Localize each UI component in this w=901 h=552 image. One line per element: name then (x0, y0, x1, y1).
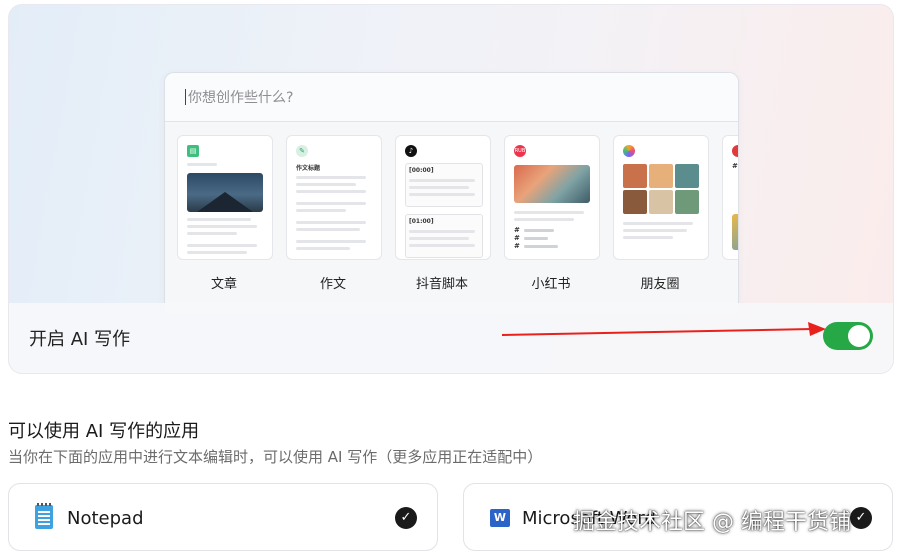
template-label: 文章 (210, 277, 237, 292)
template-label: 抖音脚本 (415, 277, 468, 292)
template-list: ▤ 文章 ✎ 作文标题 作文 ♪ [00:00] [01:00] 抖音脚本 RU… (177, 135, 738, 313)
template-thumbnail: ♪ [00:00] [01:00] (395, 135, 491, 260)
check-icon[interactable]: ✓ (850, 507, 872, 529)
cafe-photo (514, 165, 590, 203)
apps-section-subtitle: 当你在下面的应用中进行文本编辑时，可以使用 AI 写作（更多应用正在适配中） (8, 448, 543, 466)
ai-writing-hero-card: 你想创作些什么? ▤ 文章 ✎ 作文标题 作文 ♪ [00:00] [01:00… (8, 4, 894, 374)
toggle-label: 开启 AI 写作 (29, 329, 131, 350)
slot-time: [00:00] (409, 167, 434, 174)
ai-writing-switch[interactable] (823, 322, 873, 350)
prompt-input[interactable]: 你想创作些什么? (165, 73, 738, 122)
xiaohongshu-icon: RUB (514, 145, 526, 157)
check-icon[interactable]: ✓ (395, 507, 417, 529)
app-name: Notepad (67, 508, 144, 529)
template-label: 小红书 (531, 277, 571, 292)
prompt-placeholder: 你想创作些什么? (188, 90, 294, 106)
watermark: 掘金技术社区 @ 编程干货铺 (573, 510, 851, 535)
notepad-icon (35, 503, 53, 529)
mountain-image (187, 173, 263, 212)
script-slot: [01:00] (405, 214, 483, 258)
tiktok-icon: ♪ (405, 145, 417, 157)
template-thumbnail: ✎ 作文标题 (286, 135, 382, 260)
template-article[interactable]: ▤ 文章 (177, 135, 285, 292)
template-thumbnail (613, 135, 709, 260)
template-thumbnail: ▤ (177, 135, 273, 260)
template-thumbnail: RUB # # # (504, 135, 600, 260)
template-xiaohongshu[interactable]: RUB # # # 小红书 (504, 135, 612, 292)
app-card-notepad[interactable]: Notepad ✓ (8, 483, 438, 551)
slot-time: [01:00] (409, 218, 434, 225)
text-caret (185, 89, 186, 105)
template-moments[interactable]: 朋友圈 (613, 135, 721, 292)
ai-writing-toggle-row: 开启 AI 写作 (9, 303, 893, 373)
essay-mini-title: 作文标题 (296, 165, 321, 172)
preview-window: 你想创作些什么? ▤ 文章 ✎ 作文标题 作文 ♪ [00:00] [01:00… (164, 72, 739, 313)
template-essay[interactable]: ✎ 作文标题 作文 (286, 135, 394, 292)
weibo-icon (732, 145, 738, 157)
article-icon: ▤ (187, 145, 199, 157)
pencil-icon: ✎ (296, 145, 308, 157)
template-douyin-script[interactable]: ♪ [00:00] [01:00] 抖音脚本 (395, 135, 503, 292)
photo-grid (623, 164, 699, 214)
apps-section-title: 可以使用 AI 写作的应用 (8, 421, 200, 442)
switch-knob (848, 325, 870, 347)
template-label: 朋友圈 (640, 277, 680, 292)
template-partial: # (722, 135, 738, 260)
moments-icon (623, 145, 635, 157)
word-icon: W (490, 509, 510, 527)
template-label: 作文 (319, 277, 346, 292)
script-slot: [00:00] (405, 163, 483, 207)
